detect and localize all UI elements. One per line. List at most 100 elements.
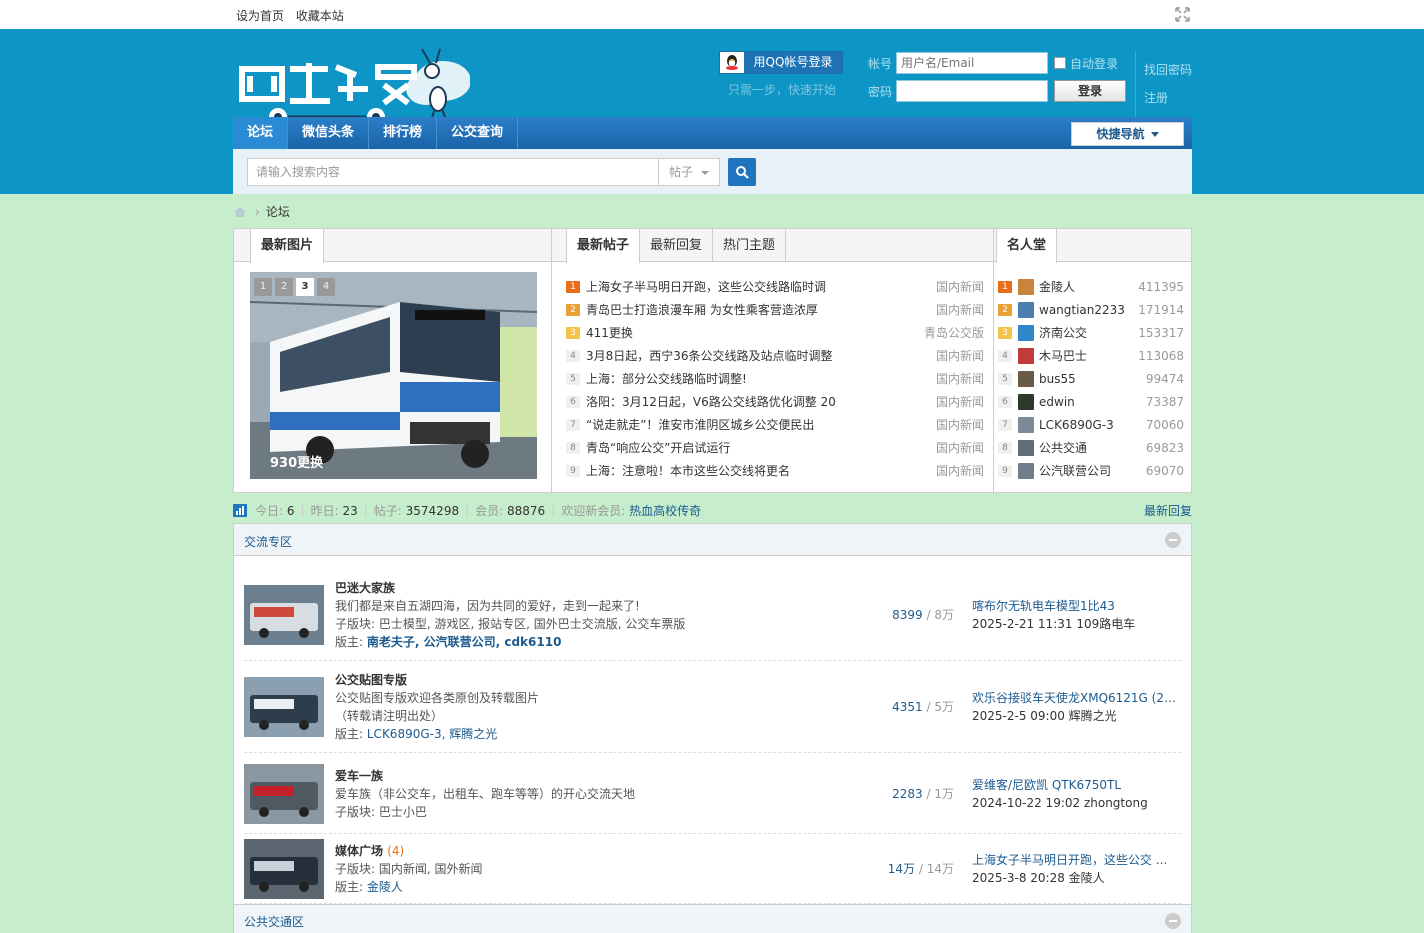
rank-username[interactable]: 公汽联营公司 <box>1039 462 1134 479</box>
bookmark-link[interactable]: 收藏本站 <box>296 9 344 23</box>
slide-page-4[interactable]: 4 <box>317 278 335 296</box>
avatar[interactable] <box>1018 347 1034 364</box>
qq-login-button[interactable]: 用QQ帐号登录 <box>719 51 843 74</box>
auto-login[interactable]: 自动登录 <box>1054 55 1118 72</box>
password-input[interactable] <box>896 80 1048 102</box>
avatar[interactable] <box>1018 278 1034 295</box>
thread-title[interactable]: 青岛“响应公交”开启试运行 <box>586 439 922 456</box>
search-input[interactable]: 请输入搜索内容 <box>247 158 659 186</box>
avatar[interactable] <box>1018 301 1034 318</box>
quick-nav-button[interactable]: 快捷导航 <box>1071 122 1184 146</box>
thread-title[interactable]: “说走就走”！淮安市淮阴区城乡公交便民出 <box>586 416 922 433</box>
avatar[interactable] <box>1018 370 1034 387</box>
collapse-icon[interactable] <box>1165 532 1181 548</box>
nav-item-bus-query[interactable]: 公交查询 <box>437 117 519 149</box>
rank-username[interactable]: 公共交通 <box>1039 439 1134 456</box>
rank-username[interactable]: 木马巴士 <box>1039 347 1134 364</box>
slide-page-3[interactable]: 3 <box>296 278 314 296</box>
forum-icon[interactable] <box>244 764 324 824</box>
slide-caption[interactable]: 930更换 <box>270 452 323 471</box>
thread-title[interactable]: 411更换 <box>586 324 922 341</box>
last-post-meta[interactable]: 2024-10-22 19:02 zhongtong <box>972 794 1180 812</box>
subforums-list[interactable]: 国内新闻, 国外新闻 <box>379 862 483 876</box>
forum-name-text[interactable]: 公交贴图专版 <box>335 673 407 687</box>
moderators-list[interactable]: 金陵人 <box>367 880 403 894</box>
tab-latest-pictures[interactable]: 最新图片 <box>250 229 325 263</box>
thread-forum[interactable]: 国内新闻 <box>922 462 984 479</box>
nav-item-wechat[interactable]: 微信头条 <box>288 117 370 149</box>
login-button[interactable]: 登录 <box>1054 80 1126 102</box>
auto-login-checkbox[interactable] <box>1054 57 1066 69</box>
last-post-title[interactable]: 爱维客/尼欧凯 QTK6750TL <box>972 776 1180 794</box>
home-icon[interactable] <box>233 206 247 218</box>
thread-forum[interactable]: 国内新闻 <box>922 416 984 433</box>
forum-name-text[interactable]: 爱车一族 <box>335 769 383 783</box>
set-home-link[interactable]: 设为首页 <box>236 9 284 23</box>
last-post-meta[interactable]: 2025-3-8 20:28 金陵人 <box>972 869 1180 887</box>
thread-title[interactable]: 上海：部分公交线路临时调整! <box>586 370 922 387</box>
tab-latest-threads[interactable]: 最新帖子 <box>566 229 641 263</box>
qq-login-hint[interactable]: 只需一步，快速开始 <box>728 81 836 98</box>
latest-reply-link[interactable]: 最新回复 <box>1144 502 1192 519</box>
thread-forum[interactable]: 青岛公交版 <box>922 324 984 341</box>
avatar[interactable] <box>1018 393 1034 410</box>
subforums-list[interactable]: 巴士模型, 游戏区, 报站专区, 国外巴士交流版, 公交车票版 <box>379 617 686 631</box>
picture-slideshow[interactable]: 1 2 3 4 930更换 <box>250 272 537 479</box>
forum-name[interactable]: 公交贴图专版 <box>335 671 539 689</box>
thread-title[interactable]: 3月8日起，西宁36条公交线路及站点临时调整 <box>586 347 922 364</box>
slide-page-2[interactable]: 2 <box>275 278 293 296</box>
section-title-2[interactable]: 公共交通区 <box>244 913 304 930</box>
thread-forum[interactable]: 国内新闻 <box>922 301 984 318</box>
tab-hall-of-fame[interactable]: 名人堂 <box>996 229 1058 263</box>
thread-forum[interactable]: 国内新闻 <box>922 393 984 410</box>
thread-title[interactable]: 上海女子半马明日开跑，这些公交线路临时调 <box>586 278 922 295</box>
forum-icon[interactable] <box>244 677 324 737</box>
thread-title[interactable]: 青岛巴士打造浪漫车厢 为女性乘客营造浓厚 <box>586 301 922 318</box>
nav-item-forum[interactable]: 论坛 <box>233 117 289 149</box>
rank-username[interactable]: edwin <box>1039 395 1134 409</box>
moderators-list[interactable]: 南老夫子, 公汽联营公司, cdk6110 <box>367 635 562 649</box>
search-type-select[interactable]: 帖子 <box>658 158 720 186</box>
find-password-link[interactable]: 找回密码 <box>1144 56 1192 84</box>
nav-item-ranking[interactable]: 排行榜 <box>369 117 438 149</box>
avatar[interactable] <box>1018 324 1034 341</box>
subforums-list[interactable]: 巴士小巴 <box>379 805 427 819</box>
slide-page-1[interactable]: 1 <box>254 278 272 296</box>
thread-forum[interactable]: 国内新闻 <box>922 370 984 387</box>
rank-username[interactable]: 济南公交 <box>1039 324 1134 341</box>
newest-member-link[interactable]: 热血高校传奇 <box>629 504 701 518</box>
tab-hot-topics[interactable]: 热门主题 <box>713 229 787 262</box>
rank-username[interactable]: 金陵人 <box>1039 278 1134 295</box>
thread-forum[interactable]: 国内新闻 <box>922 278 984 295</box>
forum-name[interactable]: 巴迷大家族 <box>335 579 685 597</box>
forum-name[interactable]: 媒体广场 (4) <box>335 842 483 860</box>
account-input[interactable] <box>896 52 1048 74</box>
thread-forum[interactable]: 国内新闻 <box>922 439 984 456</box>
fullscreen-icon[interactable] <box>1175 7 1190 22</box>
collapse-icon[interactable] <box>1165 913 1181 929</box>
section-title[interactable]: 交流专区 <box>244 533 292 550</box>
forum-name[interactable]: 爱车一族 <box>335 767 635 785</box>
rank-username[interactable]: bus55 <box>1039 372 1134 386</box>
last-post-title[interactable]: 喀布尔无轨电车模型1比43 <box>972 597 1180 615</box>
register-link[interactable]: 注册 <box>1144 84 1192 112</box>
last-post-title[interactable]: 欢乐谷接驳车天使龙XMQ6121G (20 ... <box>972 689 1180 707</box>
thread-title[interactable]: 洛阳：3月12日起，V6路公交线路优化调整 20 <box>586 393 922 410</box>
breadcrumb-current[interactable]: 论坛 <box>266 203 290 220</box>
rank-username[interactable]: LCK6890G-3 <box>1039 418 1134 432</box>
search-button[interactable] <box>728 158 756 186</box>
tab-latest-replies[interactable]: 最新回复 <box>640 229 714 262</box>
forum-icon[interactable] <box>244 585 324 645</box>
last-post-meta[interactable]: 2025-2-5 09:00 辉腾之光 <box>972 707 1180 725</box>
rank-username[interactable]: wangtian2233 <box>1039 303 1134 317</box>
last-post-meta[interactable]: 2025-2-21 11:31 109路电车 <box>972 615 1180 633</box>
forum-name-text[interactable]: 巴迷大家族 <box>335 581 395 595</box>
avatar[interactable] <box>1018 439 1034 456</box>
moderators-list[interactable]: LCK6890G-3, 辉腾之光 <box>367 727 497 741</box>
forum-name-text[interactable]: 媒体广场 <box>335 844 383 858</box>
forum-icon[interactable] <box>244 839 324 899</box>
avatar[interactable] <box>1018 462 1034 479</box>
thread-title[interactable]: 上海：注意啦！本市这些公交线将更名 <box>586 462 922 479</box>
last-post-title[interactable]: 上海女子半马明日开跑，这些公交 ... <box>972 851 1180 869</box>
avatar[interactable] <box>1018 416 1034 433</box>
